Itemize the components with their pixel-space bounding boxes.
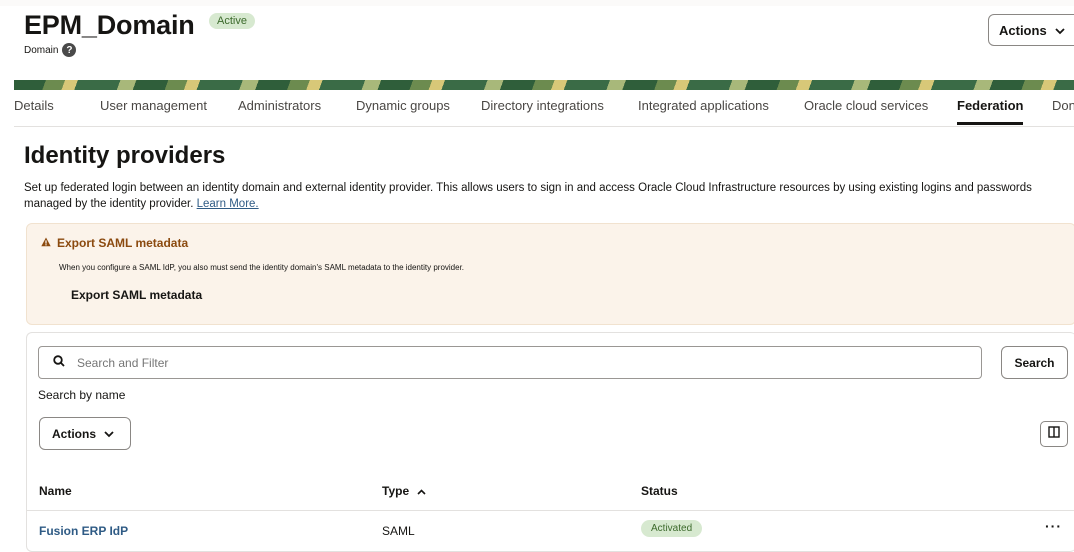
table-actions-button[interactable]: Actions [39,417,131,450]
columns-icon [1048,425,1060,443]
header-actions-button[interactable]: Actions [988,14,1074,46]
tab-directory-integrations[interactable]: Directory integrations [481,98,604,113]
top-strip [0,0,1074,6]
tab-administrators[interactable]: Administrators [238,98,321,113]
tab-bar: Details User management Administrators D… [14,90,1074,127]
chevron-down-icon [1055,23,1065,38]
status-badge: Active [209,12,255,29]
header-actions-label: Actions [999,22,1047,38]
search-button[interactable]: Search [1001,346,1068,379]
chevron-down-icon [104,427,114,441]
search-icon [53,354,65,372]
tab-domain-overflow[interactable]: Don [1052,98,1074,113]
export-saml-notice: Export SAML metadata When you configure … [26,223,1074,325]
tab-dynamic-groups[interactable]: Dynamic groups [356,98,450,113]
column-header-status[interactable]: Status [641,484,678,498]
domain-subtitle: Domain ? [24,43,255,57]
idp-name-link[interactable]: Fusion ERP IdP [39,524,128,538]
search-field[interactable] [38,346,982,379]
idp-status-badge: Activated [641,520,703,537]
tab-federation[interactable]: Federation [957,98,1023,113]
decorative-banner [14,80,1074,90]
notice-body: When you configure a SAML IdP, you also … [59,263,465,272]
page-title: Identity providers [24,142,226,169]
tab-oracle-cloud-services[interactable]: Oracle cloud services [804,98,928,113]
page-description: Set up federated login between an identi… [24,180,1069,212]
column-header-type-label: Type [382,484,410,498]
tab-details[interactable]: Details [14,98,54,113]
domain-title: EPM_Domain [24,10,195,40]
column-header-name[interactable]: Name [39,484,72,498]
column-settings-button[interactable] [1040,421,1068,447]
idp-type: SAML [382,524,415,538]
active-tab-indicator [957,122,1023,125]
export-saml-metadata-button[interactable]: Export SAML metadata [71,288,202,302]
tab-integrated-applications[interactable]: Integrated applications [638,98,769,113]
sort-ascending-icon [417,484,426,498]
table-actions-label: Actions [52,426,97,441]
notice-title-text: Export SAML metadata [57,236,189,250]
row-actions-menu-icon[interactable]: ··· [1045,518,1062,534]
page-header: EPM_Domain Active Domain ? [24,10,255,57]
search-hint: Search by name [38,388,126,402]
description-text: Set up federated login between an identi… [24,182,1032,210]
notice-title: Export SAML metadata [41,236,188,250]
search-input[interactable] [75,354,879,371]
row-divider [27,510,1074,511]
tab-user-management[interactable]: User management [100,98,207,113]
warning-icon [41,236,51,250]
column-header-type[interactable]: Type [382,484,426,498]
subtitle-label: Domain [24,44,59,56]
learn-more-link[interactable]: Learn More. [197,198,259,210]
help-icon[interactable]: ? [62,43,77,57]
